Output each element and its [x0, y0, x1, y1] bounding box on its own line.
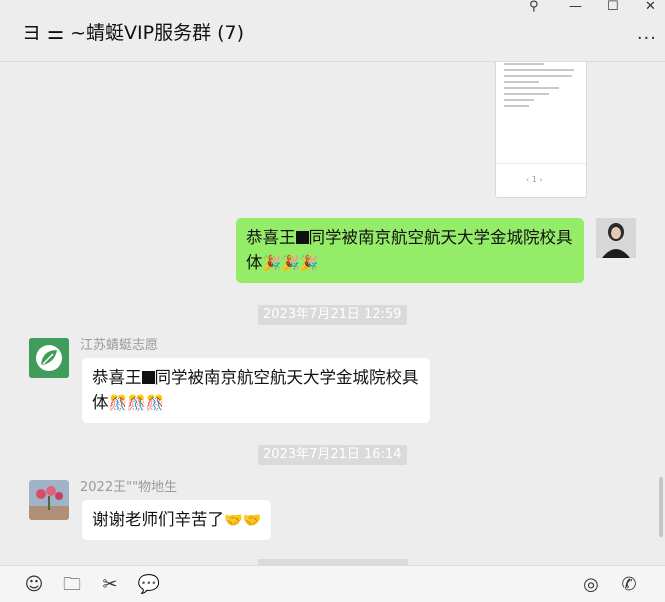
- chat-title[interactable]: ヨ ⚌ ~蜻蜓VIP服务群 (7): [22, 18, 244, 45]
- close-icon[interactable]: ✕: [645, 0, 656, 14]
- handshake-emoji: 🤝🤝: [224, 511, 262, 529]
- timestamp: 2023年7月21日 12:59: [258, 305, 407, 325]
- my-avatar[interactable]: [596, 218, 636, 258]
- sender-avatar-jiangsu[interactable]: [29, 338, 69, 378]
- incoming-message-bubble[interactable]: 恭喜王 同学被南京航空航天大学金城院校具体🎊🎊🎊: [82, 358, 430, 423]
- message-text: 恭喜王: [92, 368, 142, 387]
- maximize-icon[interactable]: ☐: [607, 0, 619, 14]
- call-icon[interactable]: ✆: [617, 574, 641, 596]
- more-options-icon[interactable]: ···: [637, 28, 657, 49]
- minimize-icon[interactable]: —: [569, 0, 582, 14]
- confetti-emoji: 🎊🎊🎊: [108, 394, 165, 412]
- sender-name: 江苏蜻蜓志愿: [80, 338, 159, 353]
- image-message[interactable]: ‹ 1 ›: [495, 62, 587, 198]
- flower-photo-icon: [29, 480, 69, 520]
- outgoing-message-bubble[interactable]: 恭喜王 同学被南京航空航天大学金城院校具体🎉🎉🎉: [236, 218, 584, 283]
- input-toolbar: ☺ 🗀 ✂ 💬 ◎ ✆: [0, 565, 665, 602]
- image-page-indicator: ‹ 1 ›: [526, 175, 543, 184]
- pin-icon[interactable]: ⚲: [529, 0, 539, 14]
- redacted-block: [141, 371, 155, 384]
- scissors-icon[interactable]: ✂: [98, 574, 122, 596]
- live-icon[interactable]: ◎: [579, 574, 603, 596]
- message-text: 恭喜王: [246, 228, 296, 247]
- emoji-icon[interactable]: ☺: [22, 574, 46, 596]
- incoming-message-bubble[interactable]: 谢谢老师们辛苦了🤝🤝: [82, 500, 272, 540]
- message-list[interactable]: ‹ 1 › 恭喜王 同学被南京航空航天大学金城院校具体🎉🎉🎉 2023年7月21日…: [0, 62, 665, 565]
- chat-history-icon[interactable]: 💬: [137, 574, 161, 596]
- scrollbar[interactable]: [659, 477, 663, 537]
- sender-name: 2022王""物地生: [80, 480, 178, 495]
- chat-header: ヨ ⚌ ~蜻蜓VIP服务群 (7) ⚲ — ☐ ✕ ···: [0, 0, 665, 62]
- message-text: 谢谢老师们辛苦了: [92, 510, 224, 529]
- folder-icon[interactable]: 🗀: [60, 574, 84, 596]
- leaf-logo-icon: [29, 338, 69, 378]
- person-photo-icon: [596, 218, 636, 258]
- party-popper-emoji: 🎉🎉🎉: [262, 254, 319, 272]
- redacted-block: [295, 231, 309, 244]
- timestamp: 2023年7月21日 16:14: [258, 445, 407, 465]
- sender-avatar-2022[interactable]: [29, 480, 69, 520]
